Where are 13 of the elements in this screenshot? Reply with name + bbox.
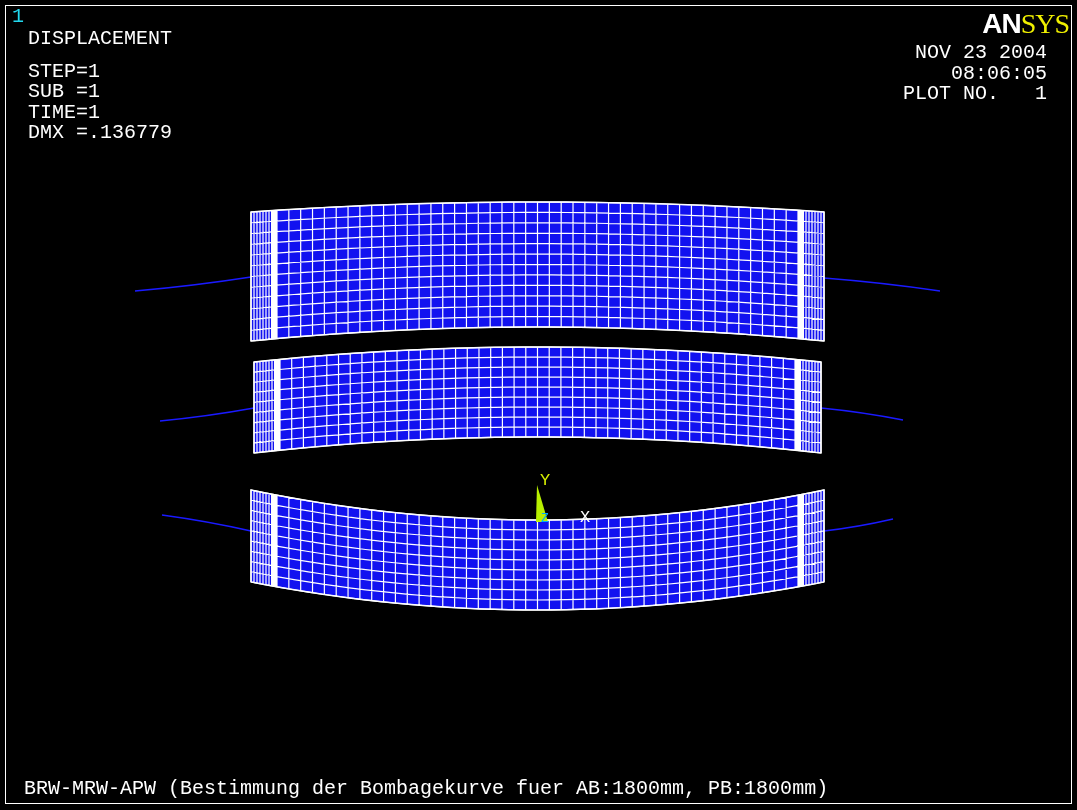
plot-info-text: DMX =.136779	[28, 123, 173, 144]
footer-title: BRW-MRW-APW (Bestimmung der Bombagekurve fuer AB:1800mm, PB:1800mm)	[24, 778, 830, 799]
axis-label: Y	[539, 471, 551, 490]
plot-info-text: STEP=1	[28, 61, 100, 82]
plot-number-text: PLOT NO. 1	[902, 84, 1047, 105]
ansys-logo: ANSYS	[982, 9, 1069, 41]
plot-title: DISPLACEMENT	[28, 29, 173, 50]
plot-info-text: TIME=1	[28, 102, 100, 123]
curve-line	[823, 518, 894, 532]
plot-info-text: SUB =1	[28, 82, 100, 103]
date-text: NOV 23 2004	[914, 43, 1047, 64]
time-text: 08:06:05	[951, 63, 1047, 84]
window-number: 1	[12, 6, 24, 28]
